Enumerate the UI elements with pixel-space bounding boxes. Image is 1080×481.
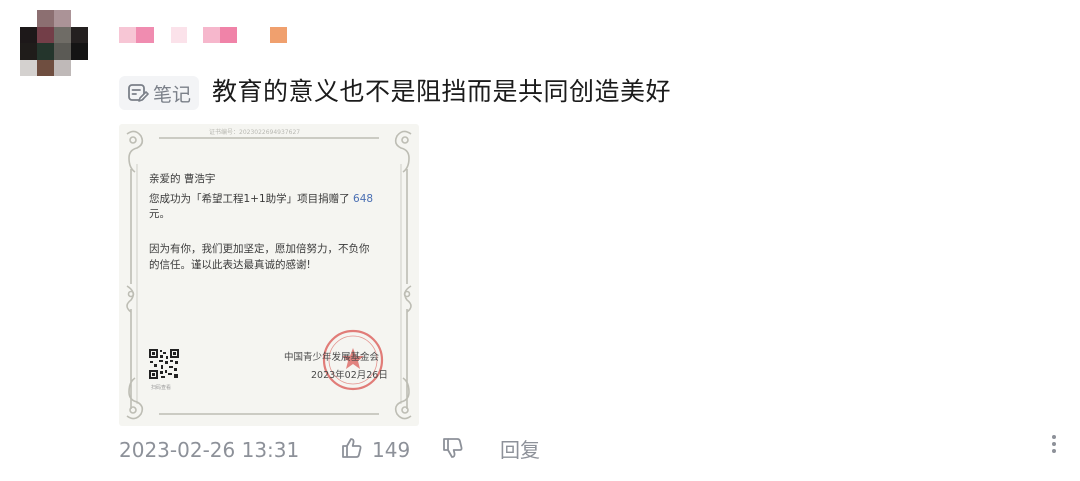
username-block [119, 27, 136, 43]
comment-item: 笔记 教育的意义也不是阻挡而是共同创造美好 证书编号：2023022694937… [0, 0, 1080, 481]
thumbs-down-icon [441, 436, 465, 464]
username-block [136, 27, 154, 43]
avatar-pixel [20, 10, 37, 27]
certificate-line1: 您成功为「希望工程1+1助学」项目捐赠了 648 [149, 192, 373, 206]
like-button[interactable]: 149 [340, 435, 410, 465]
certificate-image[interactable]: 证书编号：2023022694937627 亲爱的 曹浩宇 您成功为「希望工程1… [119, 124, 419, 426]
avatar-pixel [20, 26, 37, 43]
avatar-pixel [20, 43, 37, 60]
avatar-pixel [37, 26, 54, 43]
avatar-pixel [37, 43, 54, 60]
avatar-pixel [71, 43, 88, 60]
avatar-pixel [54, 59, 71, 76]
certificate-line3: 的信任。谨以此表达最真诚的感谢! [149, 259, 311, 271]
username-block [270, 27, 287, 43]
more-menu-button[interactable] [1042, 432, 1066, 458]
certificate-line2: 因为有你，我们更加坚定，愿加倍努力，不负你 [149, 243, 370, 255]
username-block [171, 27, 187, 43]
avatar-pixel [54, 10, 71, 27]
comment-timestamp: 2023-02-26 13:31 [119, 438, 300, 462]
certificate-org: 中国青少年发展基金会 [284, 352, 380, 363]
avatar-pixel [71, 26, 88, 43]
qr-code-icon [149, 349, 179, 379]
avatar-pixel [37, 10, 54, 27]
avatar-pixel [71, 10, 88, 27]
certificate-greeting: 亲爱的 曹浩宇 [149, 173, 216, 185]
note-tag-label: 笔记 [152, 83, 191, 106]
certificate-serial: 证书编号：2023022694937627 [209, 129, 301, 136]
qr-caption: 扫码查看 [151, 385, 172, 391]
avatar-pixel [54, 26, 71, 43]
reply-button[interactable]: 回复 [500, 437, 540, 463]
username-block [220, 27, 237, 43]
certificate-date: 2023年02月26日 [311, 370, 388, 381]
avatar-pixel [71, 59, 88, 76]
certificate-line1-text: 您成功为「希望工程1+1助学」项目捐赠了 [149, 193, 350, 205]
username-block [203, 27, 220, 43]
avatar-pixel [54, 43, 71, 60]
note-edit-icon [127, 82, 149, 104]
like-count: 149 [372, 438, 411, 462]
user-avatar[interactable] [20, 10, 88, 76]
donation-amount: 648 [353, 193, 374, 205]
comment-text: 教育的意义也不是阻挡而是共同创造美好 [212, 77, 672, 106]
avatar-pixel [37, 59, 54, 76]
note-tag[interactable]: 笔记 [119, 76, 199, 110]
certificate-unit: 元。 [149, 208, 170, 220]
dislike-button[interactable] [441, 435, 469, 465]
more-vertical-icon [1042, 435, 1066, 462]
avatar-pixel [20, 59, 37, 76]
thumbs-up-icon [340, 436, 364, 465]
